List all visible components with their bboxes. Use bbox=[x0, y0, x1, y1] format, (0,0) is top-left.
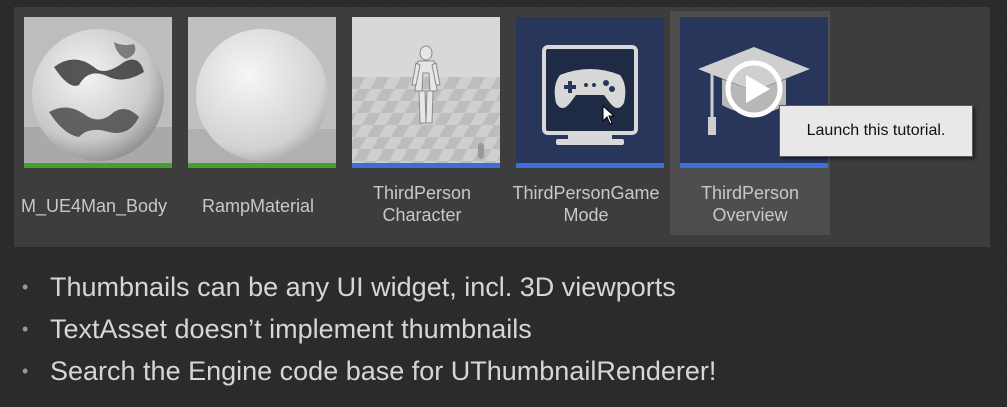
gamepad-monitor-icon bbox=[516, 17, 664, 167]
gray-sphere-icon bbox=[188, 17, 336, 167]
marble-sphere-icon bbox=[24, 17, 172, 167]
bullet-text: TextAsset doesn’t implement thumbnails bbox=[50, 314, 532, 344]
slide-bullet-list: • Thumbnails can be any UI widget, incl. … bbox=[22, 266, 716, 392]
launch-tutorial-tooltip: Launch this tutorial. bbox=[779, 105, 973, 157]
bullet-item: • Search the Engine code base for UThumbn… bbox=[22, 350, 716, 392]
bullet-dot-icon: • bbox=[22, 361, 29, 381]
asset-type-bar bbox=[352, 163, 500, 168]
bullet-text: Thumbnails can be any UI widget, incl. 3… bbox=[50, 272, 676, 302]
asset-type-bar bbox=[188, 163, 336, 168]
bullet-text: Search the Engine code base for UThumbna… bbox=[50, 356, 717, 386]
asset-name-label: ThirdPerson bbox=[372, 183, 472, 203]
bullet-dot-icon: • bbox=[22, 319, 29, 339]
bullet-item: • TextAsset doesn’t implement thumbnails bbox=[22, 308, 716, 350]
asset-type-bar bbox=[24, 163, 172, 168]
mannequin-icon bbox=[352, 17, 500, 167]
asset-name-label: ThirdPersonGame bbox=[512, 183, 660, 203]
asset-name-label: M_UE4Man_Body bbox=[20, 196, 168, 216]
bullet-dot-icon: • bbox=[22, 277, 29, 297]
asset-name-label: RampMaterial bbox=[201, 196, 315, 216]
asset-tile-rampmaterial[interactable]: RampMaterial bbox=[178, 7, 338, 235]
asset-name-label-line2: Overview bbox=[712, 205, 788, 225]
asset-name-label: ThirdPerson bbox=[700, 183, 800, 203]
asset-type-bar bbox=[516, 163, 664, 168]
bullet-item: • Thumbnails can be any UI widget, incl. … bbox=[22, 266, 716, 308]
asset-tile-thirdperson-character[interactable]: ThirdPerson Character bbox=[342, 7, 502, 235]
asset-tile-thirdperson-gamemode[interactable]: ThirdPersonGame Mode bbox=[506, 7, 666, 235]
mouse-cursor-icon bbox=[602, 105, 616, 125]
asset-name-label-line2: Mode bbox=[563, 205, 609, 225]
asset-type-bar bbox=[680, 163, 828, 168]
asset-name-label-line2: Character bbox=[382, 205, 462, 225]
asset-tile-m-ue4man-body[interactable]: M_UE4Man_Body bbox=[14, 7, 174, 235]
